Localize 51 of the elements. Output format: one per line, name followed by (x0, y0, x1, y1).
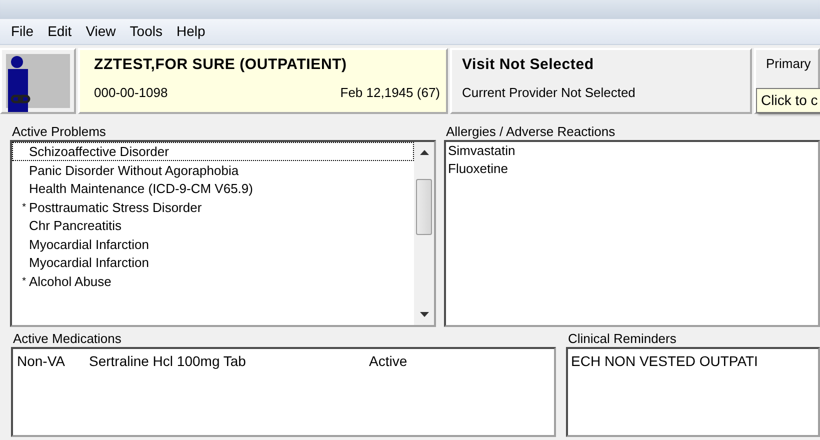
section-label: Active Problems (12, 124, 106, 139)
problem-text: Myocardial Infarction (29, 236, 149, 252)
patient-dob: Feb 12,1945 (67) (340, 84, 440, 102)
menu-item[interactable]: Tools (122, 21, 170, 42)
allergy-item: Simvastatin (448, 143, 516, 158)
scroll-up-icon (420, 150, 428, 155)
visit-panel[interactable]: Visit Not Selected Current Provider Not Selected (450, 48, 752, 114)
problem-text: Posttraumatic Stress Disorder (29, 198, 202, 215)
patient-ssn: 000-00-1098 (94, 84, 168, 102)
allergy-item: Fluoxetine (448, 161, 508, 176)
problem-item[interactable]: Schizoaffective Disorder (12, 142, 414, 160)
visit-title: Visit Not Selected (462, 55, 595, 75)
problem-item[interactable]: Chr Pancreatitis (12, 216, 414, 234)
patient-name: ZZTEST,FOR SURE (OUTPATIENT) (94, 55, 348, 75)
marker: * (22, 276, 26, 286)
medication-status: Active (369, 352, 408, 371)
patient-panel[interactable]: ZZTEST,FOR SURE (OUTPATIENT) 000-00-1098 Feb 12,1945 (67) (78, 48, 448, 114)
problem-text: Myocardial Infarction (29, 254, 149, 270)
tooltip: Click to c (756, 88, 820, 113)
problem-item[interactable]: Myocardial Infarction (12, 234, 414, 253)
medication-name: Sertraline Hcl 100mg Tab (89, 352, 247, 371)
patient-button[interactable] (0, 48, 76, 114)
primary-care-label: Primary (766, 56, 811, 71)
problem-item[interactable]: Panic Disorder Without Agoraphobia (12, 160, 414, 179)
problem-text: Health Maintenance (ICD-9-CM V65.9) (29, 180, 253, 196)
medication-type: Non-VA (17, 352, 66, 371)
problem-item[interactable]: * Alcohol Abuse (12, 272, 414, 290)
menu-item[interactable]: Edit (40, 21, 79, 42)
problem-list[interactable] (10, 140, 436, 327)
marker: * (22, 202, 26, 212)
problem-text: Chr Pancreatitis (29, 217, 122, 234)
reminder-list[interactable]: ECH NON VESTED OUTPATI (566, 347, 820, 437)
problem-item[interactable]: Myocardial Infarction (12, 253, 414, 272)
section-label: Allergies / Adverse Reactions (446, 124, 616, 139)
problem-text: Alcohol Abuse (29, 272, 112, 289)
provider-text: Current Provider Not Selected (462, 84, 636, 102)
menu-item[interactable]: View (78, 21, 123, 42)
reminder-item: ECH NON VESTED OUTPATI (571, 353, 758, 369)
scroll-thumb[interactable] (416, 179, 432, 235)
allergy-list[interactable]: Simvastatin Fluoxetine (444, 140, 820, 327)
scroll-down-icon (420, 312, 428, 317)
menu-item[interactable]: File (4, 21, 41, 42)
section-label: Active Medications (13, 331, 122, 346)
problem-text: Panic Disorder Without Agoraphobia (29, 162, 239, 178)
problem-text: Schizoaffective Disorder (29, 143, 169, 160)
problem-item[interactable]: Health Maintenance (ICD-9-CM V65.9) (12, 179, 414, 198)
section-label: Clinical Reminders (568, 331, 676, 346)
menu-item[interactable]: Help (169, 21, 212, 42)
medication-list[interactable]: Non-VA Sertraline Hcl 100mg Tab Active (11, 347, 556, 437)
scrollbar[interactable] (414, 142, 434, 325)
problem-item[interactable]: * Posttraumatic Stress Disorder (12, 198, 414, 216)
